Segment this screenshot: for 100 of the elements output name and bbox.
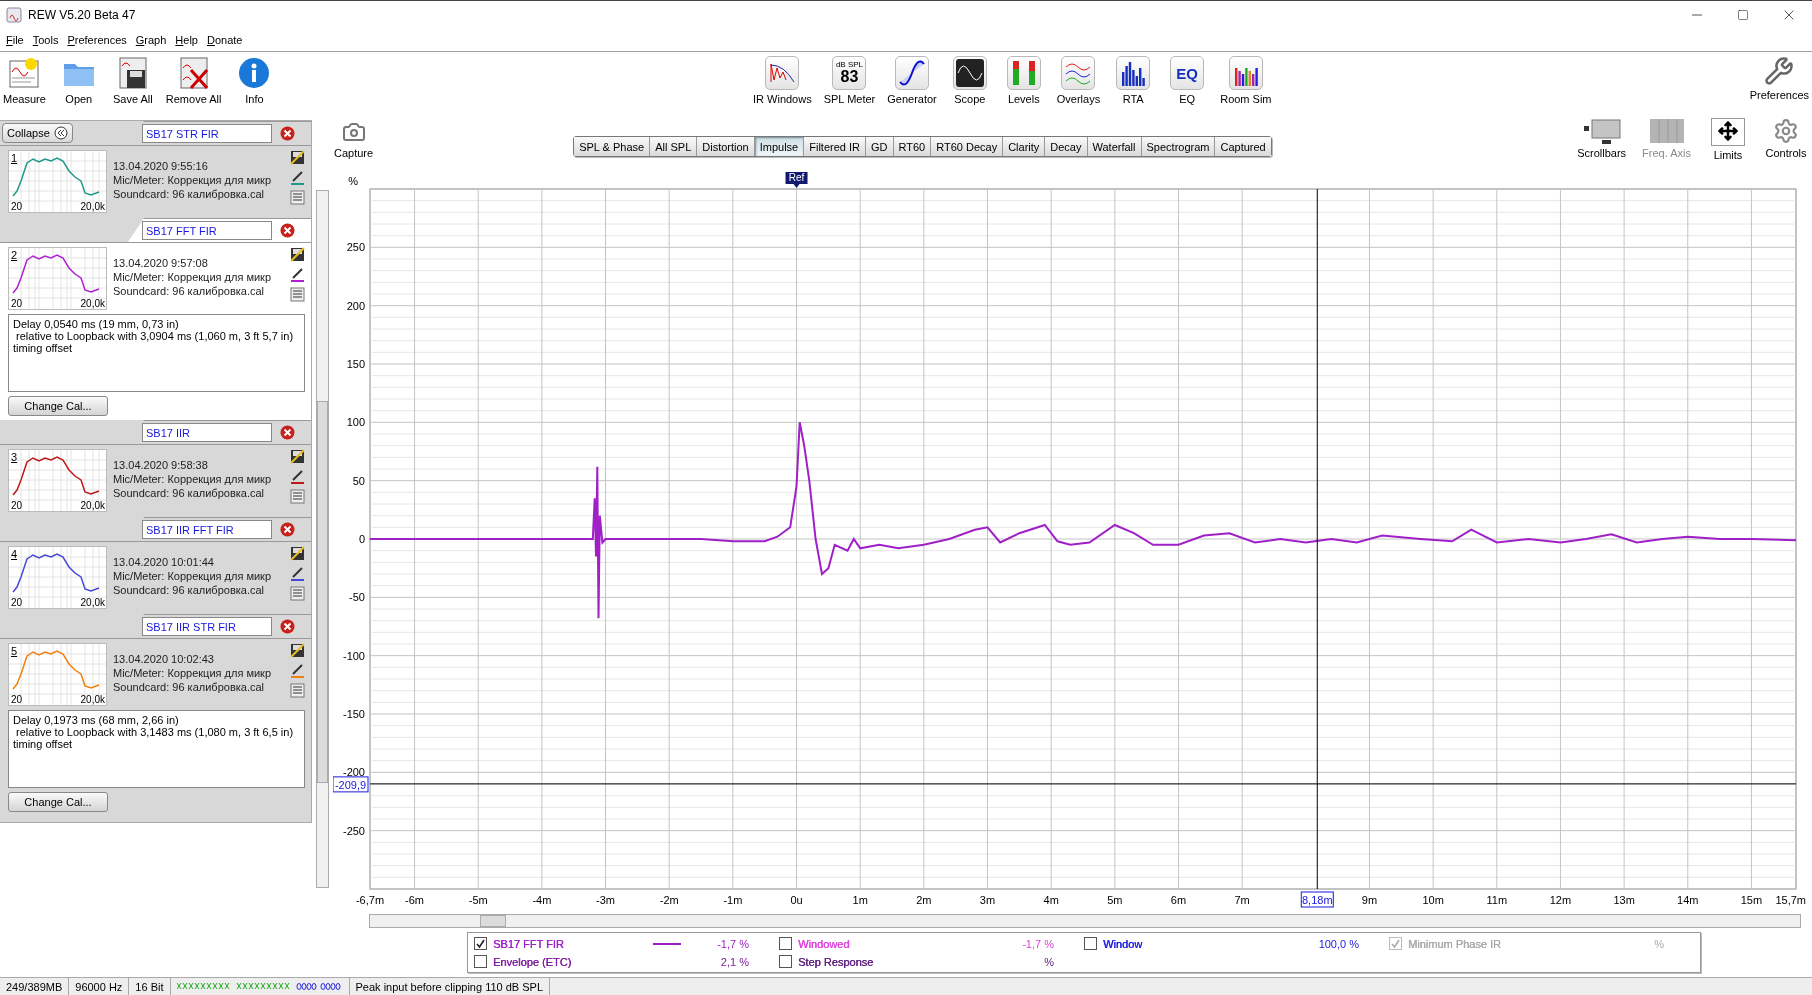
save-all-button[interactable]: Save All — [108, 56, 157, 105]
cursor-line[interactable] — [1316, 188, 1318, 890]
graph-tab[interactable]: Clarity — [1003, 137, 1046, 156]
remove-icon[interactable] — [280, 522, 295, 537]
graph-tab[interactable]: SPL & Phase — [574, 137, 651, 156]
pen-icon[interactable] — [290, 469, 305, 484]
notes-icon[interactable] — [290, 190, 305, 205]
scope-button[interactable]: Scope — [945, 56, 994, 105]
graph-tab[interactable]: Distortion — [697, 137, 755, 156]
name-field[interactable]: SB17 IIR — [142, 423, 272, 442]
save-icon[interactable] — [290, 150, 305, 165]
levels-button[interactable]: Levels — [999, 56, 1048, 105]
limits-button[interactable]: Limits — [1704, 118, 1752, 161]
checkbox[interactable] — [779, 955, 792, 968]
notes-icon[interactable] — [290, 586, 305, 601]
graph-tab[interactable]: RT60 Decay — [931, 137, 1004, 156]
remove-icon[interactable] — [280, 425, 295, 440]
graph-tab[interactable]: GD — [866, 137, 894, 156]
measurement-date: 13.04.2020 9:55:16 — [113, 160, 209, 172]
name-field[interactable]: SB17 STR FIR — [142, 124, 272, 143]
controls-button[interactable]: Controls — [1762, 118, 1810, 161]
save-icon[interactable] — [290, 643, 305, 658]
menu-item[interactable]: Graph — [135, 34, 167, 46]
remove-icon[interactable] — [280, 223, 295, 238]
notes-icon[interactable] — [290, 287, 305, 302]
save-icon[interactable] — [290, 449, 305, 464]
y-tick-label: 150 — [346, 358, 365, 370]
capture-button[interactable]: Capture — [334, 120, 374, 159]
mic-calibration-text: Mic/Meter: Коррекция для микр — [113, 271, 273, 283]
name-field[interactable]: SB17 FFT FIR — [142, 221, 272, 240]
change-cal-button[interactable]: Change Cal... — [8, 396, 108, 416]
menu-item[interactable]: File — [6, 34, 24, 46]
ir-windows-button[interactable]: IR Windows — [750, 56, 815, 105]
measurement-card[interactable] — [0, 242, 311, 420]
pen-icon[interactable] — [290, 663, 305, 678]
graph-tab[interactable]: Captured — [1215, 137, 1271, 156]
status-text: 16 Bit — [129, 978, 171, 995]
graph-tab[interactable]: RT60 — [893, 137, 932, 156]
notes-icon[interactable] — [290, 683, 305, 698]
save-icon[interactable] — [290, 546, 305, 561]
maximize-icon[interactable] — [1737, 9, 1749, 21]
x-tick-label: -2m — [659, 894, 679, 906]
save-icon[interactable] — [290, 247, 305, 262]
generator-button[interactable]: Generator — [884, 56, 940, 105]
graph-tab[interactable]: Decay — [1045, 137, 1088, 156]
graph-tab[interactable]: All SPL — [650, 137, 698, 156]
menu-item[interactable]: Donate — [207, 34, 243, 46]
eq-button[interactable]: EQ EQ — [1163, 56, 1212, 105]
x-tick-label: 10m — [1422, 894, 1444, 906]
cursor-y-label: -209,9 — [333, 776, 369, 793]
open-button[interactable]: Open — [54, 56, 103, 105]
mic-calibration-text: Mic/Meter: Коррекция для микр — [113, 174, 273, 186]
horizontal-scrollbar[interactable] — [369, 914, 1801, 928]
checkbox[interactable] — [474, 955, 487, 968]
remove-icon[interactable] — [280, 126, 295, 141]
menu-item[interactable]: Tools — [32, 34, 59, 46]
legend-label: Envelope (ETC) — [493, 955, 572, 968]
collapse-button[interactable]: Collapse — [2, 123, 73, 143]
name-field[interactable]: SB17 IIR STR FIR — [142, 617, 272, 636]
info-button[interactable]: Info — [230, 56, 279, 105]
spl-meter-button[interactable]: dB SPL 83 SPL Meter — [820, 56, 879, 105]
scrollbars-button[interactable]: Scrollbars — [1574, 118, 1630, 161]
graph-tab[interactable]: Impulse — [754, 137, 805, 156]
checkbox[interactable] — [1084, 937, 1097, 950]
axis-label: 20 — [11, 597, 23, 608]
x-tick-label: 12m — [1549, 894, 1572, 906]
rta-button[interactable]: RTA — [1109, 56, 1158, 105]
soundcard-calibration-text: Soundcard: 96 калибровка.cal — [113, 584, 265, 596]
legend-value: 2,1 % — [720, 955, 749, 968]
axis-label: 20,0k — [80, 500, 105, 511]
graph-tab[interactable]: Waterfall — [1087, 137, 1142, 156]
mic-calibration-text: Mic/Meter: Коррекция для микр — [113, 473, 273, 485]
checkbox[interactable] — [474, 937, 487, 950]
pen-icon[interactable] — [290, 170, 305, 185]
preferences-button[interactable]: Preferences — [1746, 56, 1812, 101]
menu-item[interactable]: Preferences — [67, 34, 127, 46]
pen-icon[interactable] — [290, 267, 305, 282]
checkbox[interactable] — [779, 937, 792, 950]
menu-item[interactable]: Help — [175, 34, 198, 46]
vertical-scrollbar[interactable] — [316, 190, 329, 888]
room-sim-button[interactable]: Room Sim — [1217, 56, 1275, 105]
overlays-button[interactable]: Overlays — [1053, 56, 1104, 105]
y-tick-label: 0 — [358, 533, 365, 545]
remove-icon[interactable] — [280, 619, 295, 634]
legend-value: % — [1654, 937, 1664, 950]
x-tick-label: -5m — [468, 894, 488, 906]
x-tick-label: 9m — [1361, 894, 1378, 906]
change-cal-button[interactable]: Change Cal... — [8, 792, 108, 812]
level-bars-icon — [1006, 56, 1041, 90]
axis-label: 20 — [11, 298, 23, 309]
remove-all-button[interactable]: Remove All — [162, 56, 225, 105]
measure-button[interactable]: Measure — [0, 56, 49, 105]
pen-icon[interactable] — [290, 566, 305, 581]
graph-tab[interactable]: Spectrogram — [1141, 137, 1216, 156]
name-field[interactable]: SB17 IIR FFT FIR — [142, 520, 272, 539]
settings-icon — [1773, 118, 1799, 144]
notes-icon[interactable] — [290, 489, 305, 504]
soundcard-calibration-text: Soundcard: 96 калибровка.cal — [113, 285, 265, 297]
line-sample-icon — [653, 942, 682, 945]
graph-tab[interactable]: Filtered IR — [804, 137, 866, 156]
